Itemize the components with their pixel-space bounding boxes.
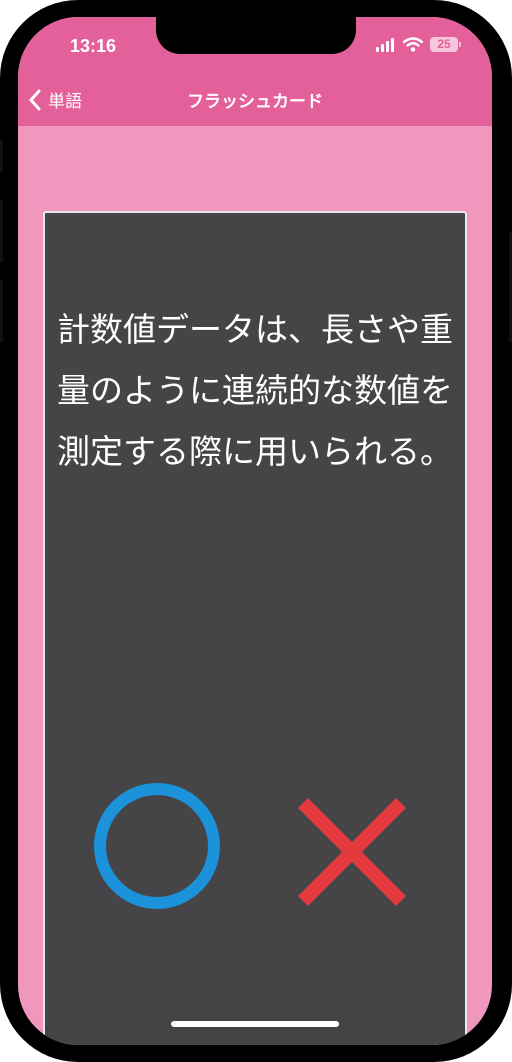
nav-title: フラッシュカード <box>187 92 323 112</box>
correct-button[interactable] <box>93 782 221 910</box>
volume-down-button <box>0 280 3 342</box>
chevron-left-icon <box>29 89 41 110</box>
status-time: 13:16 <box>70 36 117 56</box>
battery-level: 25 <box>437 37 451 51</box>
wifi-icon <box>403 37 423 52</box>
header: 13:16 25 単語 フラッシュカード <box>18 17 492 126</box>
back-label: 単語 <box>48 92 82 112</box>
battery-icon: 25 <box>430 37 461 52</box>
screen: 13:16 25 単語 フラッシュカード 計数値データは、長さや重量のように連続… <box>18 17 492 1045</box>
flashcard-text: 計数値データは、長さや重量のように連続的な数値を測定する際に用いられる。 <box>57 310 453 471</box>
wrong-button[interactable] <box>297 797 407 907</box>
cross-icon <box>298 798 406 906</box>
phone-frame: 13:16 25 単語 フラッシュカード 計数値データは、長さや重量のように連続… <box>0 0 512 1062</box>
circle-icon <box>94 783 220 909</box>
home-indicator <box>171 1021 339 1027</box>
notch <box>156 17 356 54</box>
flashcard[interactable]: 計数値データは、長さや重量のように連続的な数値を測定する際に用いられる。 <box>43 211 467 1045</box>
back-button[interactable]: 単語 <box>28 87 82 112</box>
mute-switch <box>0 140 3 172</box>
status-icons: 25 <box>376 37 461 52</box>
volume-up-button <box>0 200 3 262</box>
signal-icon <box>376 37 394 52</box>
